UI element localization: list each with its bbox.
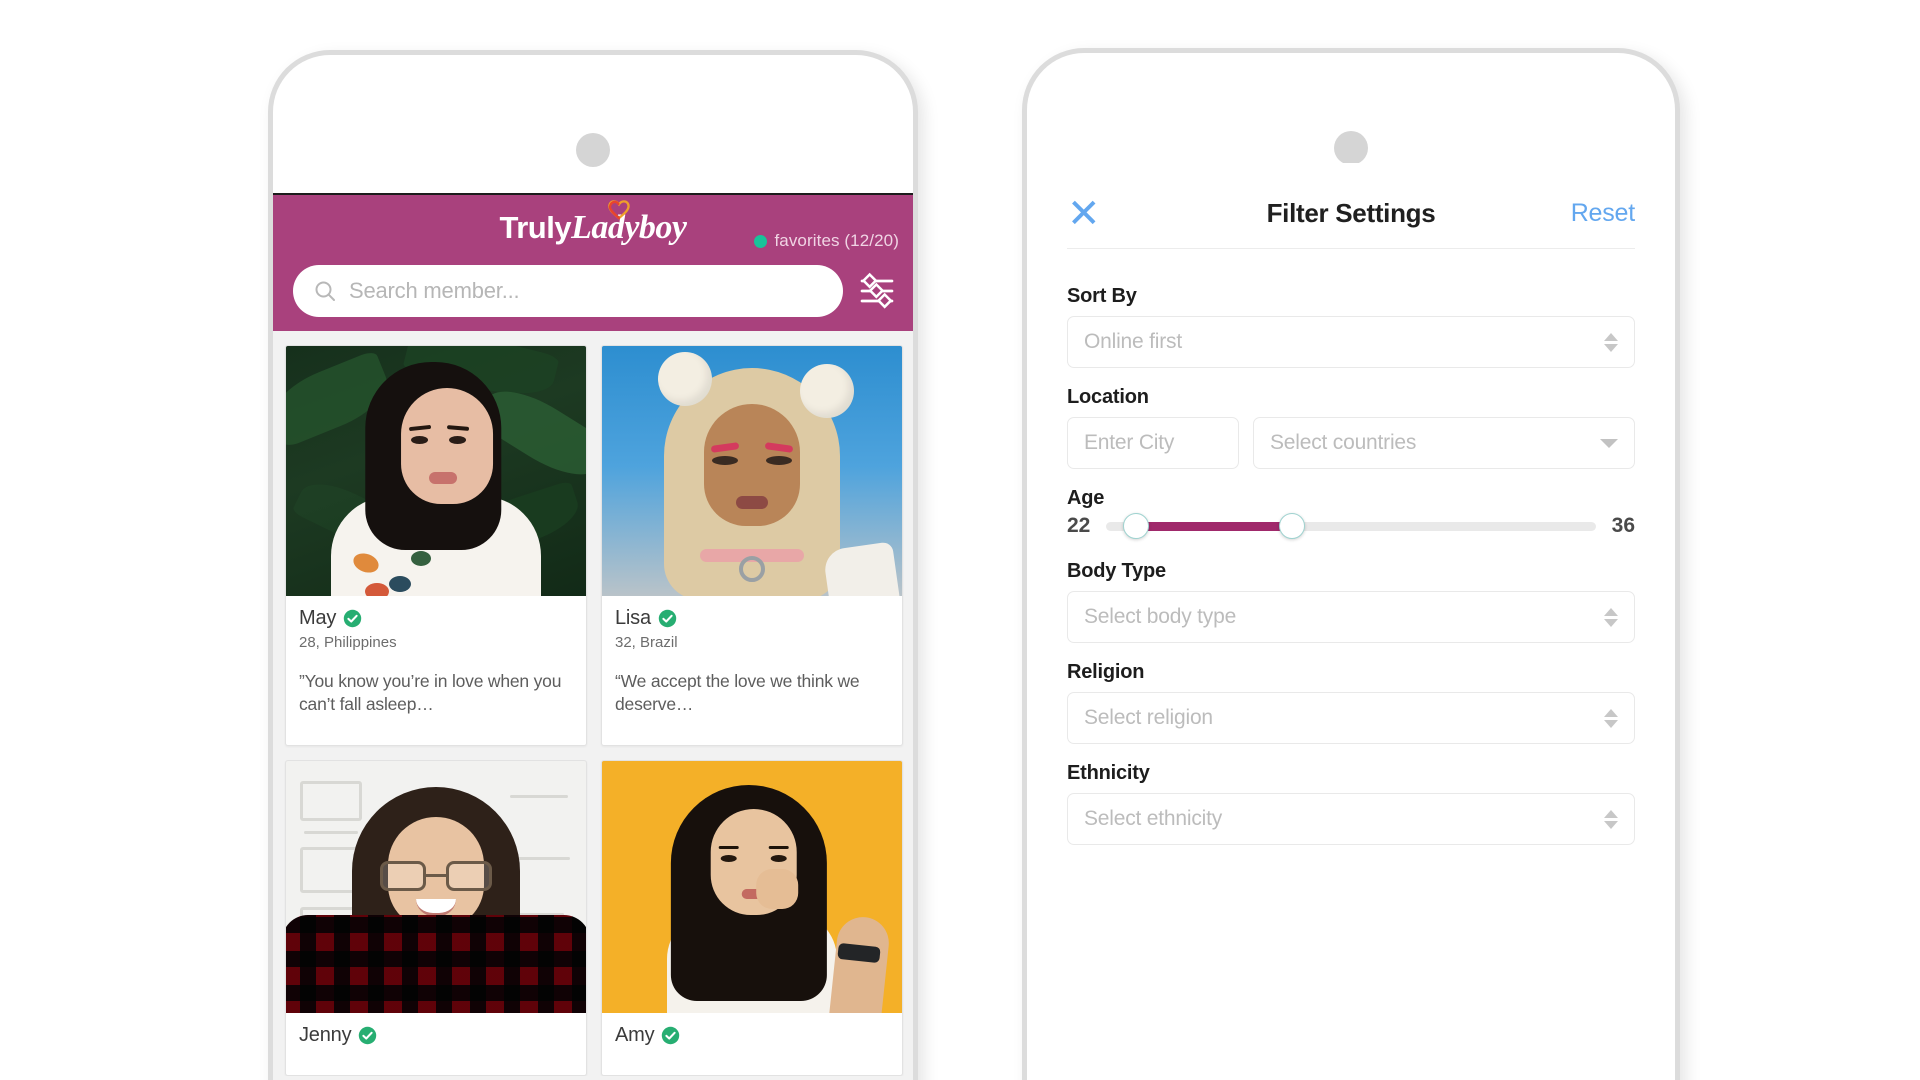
favorites-counter[interactable]: favorites (12/20) [754,231,899,251]
search-placeholder: Search member... [349,278,520,303]
member-card-grid: May 28, Philippines ”You know you’re in … [273,331,913,1076]
ethnicity-select[interactable]: Select ethnicity [1067,793,1635,845]
close-icon[interactable]: ✕ [1067,194,1107,234]
search-icon [315,281,335,301]
member-photo[interactable] [286,346,586,596]
reset-button[interactable]: Reset [1571,199,1636,228]
app-screen-filters: ✕ Filter Settings Reset Sort By Online f… [1027,163,1675,1080]
ethnicity-placeholder: Select ethnicity [1084,807,1223,830]
filter-panel: ✕ Filter Settings Reset Sort By Online f… [1027,163,1675,1080]
member-photo-art-jenny [286,760,586,1013]
search-row: Search member... [273,261,913,317]
filter-sliders-icon[interactable] [857,271,897,311]
verified-badge-icon [359,1026,377,1044]
member-quote: “We accept the love we think we deserve… [615,671,860,715]
member-meta: 28, Philippines [299,634,397,651]
member-name: May [299,607,337,629]
member-name-row: Jenny [299,1024,573,1047]
countries-placeholder: Select countries [1270,431,1417,454]
favorites-label: favorites (12/20) [774,231,899,250]
brand-logo: TrulyLadyboy favorites (12/20) [273,195,913,261]
page-title: Filter Settings [1266,198,1436,228]
age-max-value: 36 [1611,514,1635,537]
member-info: Jenny [286,1013,586,1075]
filter-panel-body: Sort By Online first Location Enter City [1067,249,1635,863]
member-info: May 28, Philippines ”You know you’re in … [286,596,586,745]
sort-by-value: Online first [1084,330,1182,353]
camera-dot-icon [576,133,610,167]
body-type-label: Body Type [1067,560,1166,582]
age-slider-knob-min[interactable] [1122,513,1149,539]
body-type-placeholder: Select body type [1084,605,1237,628]
religion-label: Religion [1067,661,1145,683]
member-name-row: May [299,607,573,630]
member-photo[interactable] [286,760,586,1013]
brand-logo-truly: Truly [499,210,572,245]
mockup-stage: TrulyLadyboy favorites (12/20) Search me… [0,0,1920,1080]
favorites-status-dot-icon [754,234,768,248]
member-photo[interactable] [602,346,902,596]
stepper-arrows-icon[interactable] [1604,332,1618,352]
verified-badge-icon [662,1026,680,1044]
age-min-value: 22 [1067,514,1091,537]
religion-select[interactable]: Select religion [1067,692,1635,744]
member-meta: 32, Brazil [615,634,678,651]
ethnicity-label: Ethnicity [1067,762,1150,784]
member-name-row: Amy [615,1024,889,1047]
member-card[interactable]: Jenny [285,759,587,1076]
app-screen-browse: TrulyLadyboy favorites (12/20) Search me… [273,193,913,1080]
religion-placeholder: Select religion [1084,706,1213,729]
member-photo-art-lisa [602,346,902,596]
member-card[interactable]: May 28, Philippines ”You know you’re in … [285,345,587,746]
member-photo[interactable] [602,760,902,1013]
phone-frame-left: TrulyLadyboy favorites (12/20) Search me… [268,50,918,1080]
countries-select[interactable]: Select countries [1253,417,1635,469]
body-type-select[interactable]: Select body type [1067,591,1635,643]
heart-icon [608,200,630,220]
member-name: Jenny [299,1023,352,1046]
phone-frame-right: ✕ Filter Settings Reset Sort By Online f… [1022,48,1680,1080]
age-label: Age [1067,487,1105,509]
verified-badge-icon [343,609,362,628]
search-input[interactable]: Search member... [293,265,843,317]
member-card[interactable]: Amy [601,759,903,1076]
stepper-arrows-icon[interactable] [1604,809,1618,829]
stepper-arrows-icon[interactable] [1604,607,1618,627]
camera-dot-icon [1334,131,1368,165]
age-slider-track[interactable] [1106,513,1596,539]
member-info: Lisa 32, Brazil “We accept the love we t… [602,596,902,745]
member-photo-art-amy [602,760,902,1013]
member-info: Amy [602,1013,902,1075]
member-name: Lisa [615,607,651,629]
member-name: Amy [615,1023,655,1046]
stepper-arrows-icon[interactable] [1604,708,1618,728]
member-photo-art-may [286,346,586,596]
member-name-row: Lisa [615,607,889,630]
filter-panel-header: ✕ Filter Settings Reset [1067,193,1635,249]
city-input[interactable]: Enter City [1067,417,1239,469]
city-placeholder: Enter City [1084,431,1175,454]
brand-logo-text: TrulyLadyboy [499,200,687,247]
member-card[interactable]: Lisa 32, Brazil “We accept the love we t… [601,345,903,746]
sort-by-select[interactable]: Online first [1067,316,1635,368]
age-slider-knob-max[interactable] [1279,513,1306,539]
age-range-slider[interactable]: 22 36 [1067,513,1635,539]
app-header: TrulyLadyboy favorites (12/20) Search me… [273,193,913,331]
location-label: Location [1067,386,1149,408]
location-row: Enter City Select countries [1067,417,1635,487]
verified-badge-icon [658,609,677,628]
member-quote: ”You know you’re in love when you can’t … [299,671,562,715]
chevron-down-icon[interactable] [1600,438,1618,448]
age-slider-fill [1135,521,1293,531]
sort-by-label: Sort By [1067,285,1137,307]
